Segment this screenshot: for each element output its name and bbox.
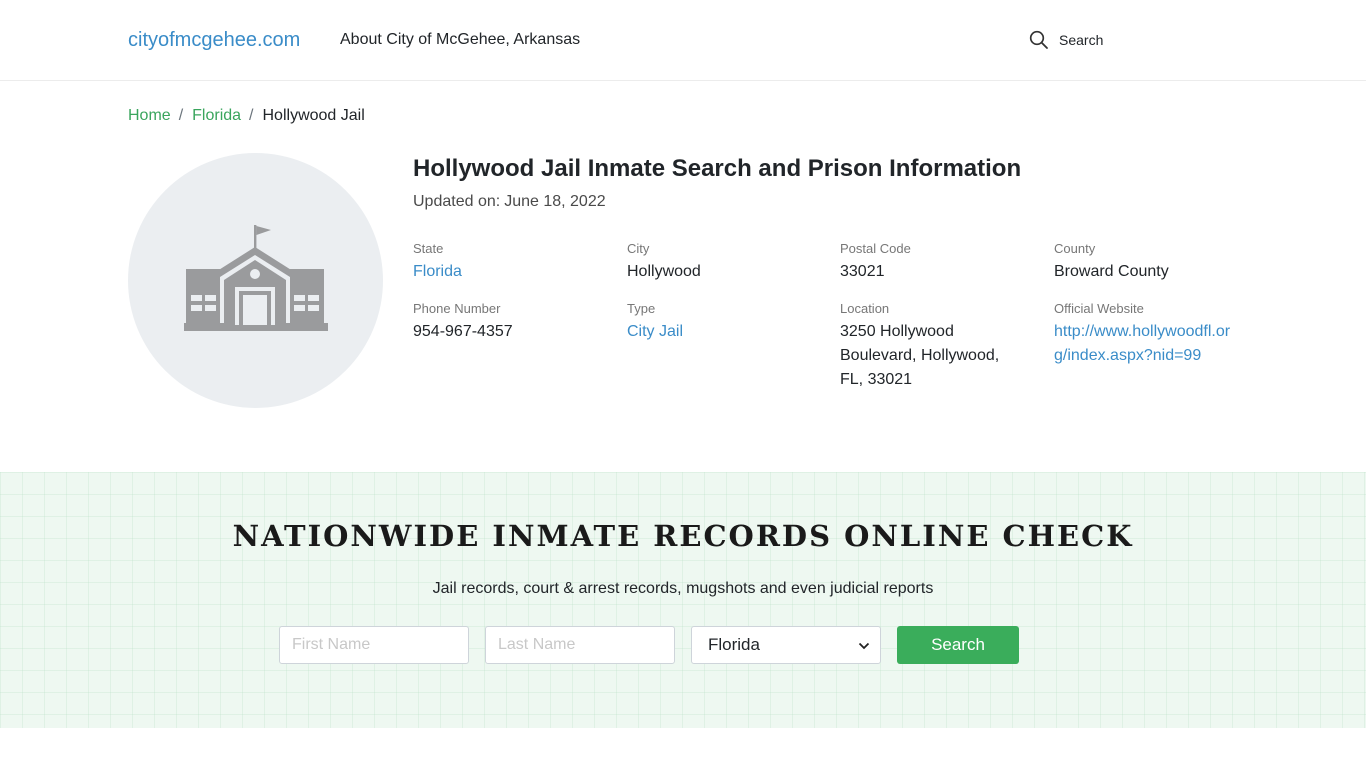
state-select-value: Florida (708, 635, 760, 654)
info-label: City (627, 241, 650, 256)
site-header: cityofmcgehee.com About City of McGehee,… (0, 0, 1366, 81)
info-value: 3250 Hollywood Boulevard, Hollywood, FL,… (840, 323, 1000, 388)
info-label: Location (840, 301, 890, 316)
breadcrumb-current: Hollywood Jail (262, 107, 365, 124)
building-icon (183, 225, 328, 336)
info-label: Postal Code (840, 241, 911, 256)
facility-image (128, 153, 383, 408)
type-link[interactable]: City Jail (627, 320, 817, 344)
info-label: Phone Number (413, 301, 501, 316)
header-search-label: Search (1059, 32, 1104, 48)
info-value: Hollywood (627, 263, 701, 280)
breadcrumb: Home / Florida / Hollywood Jail (128, 107, 365, 125)
section-subtitle: Jail records, court & arrest records, mu… (432, 580, 934, 597)
breadcrumb-separator: / (249, 107, 254, 124)
info-phone: Phone Number 954-967-4357 (413, 301, 603, 344)
official-website-link[interactable]: http://www.hollywoodfl.org/index.aspx?ni… (1054, 320, 1234, 368)
info-label: County (1054, 241, 1096, 256)
info-value: 954-967-4357 (413, 323, 513, 340)
info-location: Location 3250 Hollywood Boulevard, Holly… (840, 301, 1012, 392)
updated-label: Updated on: (413, 193, 501, 210)
updated-date: Updated on: June 18, 2022 (413, 193, 606, 211)
search-icon (1029, 30, 1049, 50)
header-search-button[interactable]: Search (1029, 30, 1103, 50)
info-value: 33021 (840, 263, 885, 280)
info-city: City Hollywood (627, 241, 817, 284)
state-select[interactable]: Florida (691, 626, 881, 664)
first-name-input[interactable] (279, 626, 469, 664)
search-button[interactable]: Search (897, 626, 1019, 664)
chevron-down-icon (858, 635, 870, 655)
info-website: Official Website http://www.hollywoodfl.… (1054, 301, 1234, 368)
info-type: Type City Jail (627, 301, 817, 344)
info-label: State (413, 241, 444, 256)
info-state: State Florida (413, 241, 603, 284)
info-value: Broward County (1054, 263, 1169, 280)
updated-value: June 18, 2022 (504, 193, 606, 210)
site-logo-link[interactable]: cityofmcgehee.com (128, 29, 300, 52)
info-postal-code: Postal Code 33021 (840, 241, 1030, 284)
section-title: NATIONWIDE INMATE RECORDS ONLINE CHECK (232, 519, 1134, 553)
inmate-search-section: NATIONWIDE INMATE RECORDS ONLINE CHECK J… (0, 472, 1366, 728)
info-county: County Broward County (1054, 241, 1244, 284)
nav-about-link[interactable]: About City of McGehee, Arkansas (340, 31, 580, 49)
state-link[interactable]: Florida (413, 260, 603, 284)
breadcrumb-separator: / (178, 107, 184, 124)
info-label: Official Website (1054, 301, 1144, 316)
last-name-input[interactable] (485, 626, 675, 664)
breadcrumb-state-link[interactable]: Florida (192, 107, 241, 125)
page-title: Hollywood Jail Inmate Search and Prison … (413, 155, 1022, 182)
info-label: Type (627, 301, 656, 316)
breadcrumb-home-link[interactable]: Home (128, 107, 171, 125)
